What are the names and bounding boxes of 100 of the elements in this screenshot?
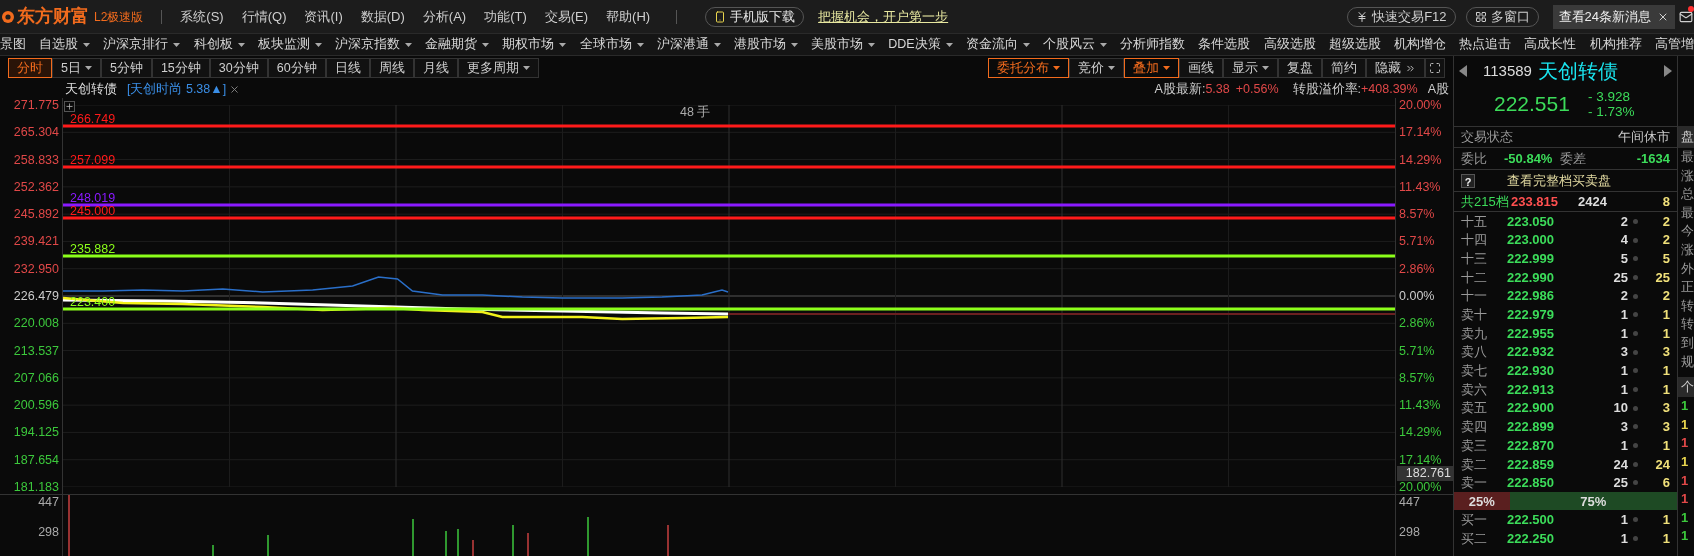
full-order-book-button[interactable]: 查看完整档买卖盘 (1507, 170, 1611, 191)
side-tab[interactable]: 盘 (1678, 126, 1694, 148)
last-price: 222.551 (1494, 91, 1570, 118)
nav-item[interactable]: 分析师指数 (1120, 35, 1186, 54)
menu-item[interactable]: 功能(T) (484, 6, 527, 27)
book-volume: 3 (1619, 343, 1628, 362)
book-price: 222.955 (1507, 324, 1555, 343)
nav-item[interactable]: 沪深京指数 (334, 35, 412, 54)
nav-item[interactable]: 沪深港通 (656, 35, 721, 54)
book-price: 222.870 (1507, 436, 1555, 455)
overlay-stock-tag[interactable]: [天创时尚 5.38▲] (127, 79, 227, 99)
price-axis-label: 265.304 (13, 125, 59, 140)
nav-item[interactable]: 科创板 (193, 35, 245, 54)
period-tab[interactable]: 30分钟 (209, 58, 268, 78)
side-value: 1 (1680, 434, 1690, 453)
nav-item[interactable]: 期权市场 (502, 35, 567, 54)
period-tab[interactable]: 5分钟 (100, 58, 152, 78)
period-tab[interactable]: 周线 (369, 58, 414, 78)
nav-item[interactable]: 高成长性 (1524, 35, 1577, 54)
fullscreen-icon (1429, 62, 1441, 74)
chart-tool-button[interactable]: 委托分布 (988, 58, 1069, 78)
nav-item[interactable]: 个股风云 (1043, 35, 1108, 54)
help-button[interactable]: ? (1461, 173, 1475, 188)
book-volume: 1 (1619, 529, 1628, 548)
menu-item[interactable]: 系统(S) (180, 6, 224, 27)
book-price: 222.500 (1507, 510, 1555, 529)
period-tab[interactable]: 15分钟 (151, 58, 210, 78)
side-field-label: 涨 (1680, 240, 1694, 259)
book-order-count: 3 (1662, 343, 1670, 362)
nav-item[interactable]: 金融期货 (425, 35, 490, 54)
chart-tool-button[interactable]: 叠加 (1124, 58, 1179, 78)
book-order-count: 2 (1662, 287, 1670, 306)
menu-item[interactable]: 资讯(I) (304, 6, 343, 27)
percent-axis-label: 2.86% (1399, 261, 1436, 276)
nav-item[interactable]: 资金流向 (965, 35, 1030, 54)
reference-line-label: 248.019 (70, 191, 116, 206)
book-order-count: 5 (1662, 249, 1670, 268)
total-price: 233.815 (1511, 192, 1558, 211)
price-axis-label: 271.775 (13, 98, 59, 112)
nav-item[interactable]: 条件选股 (1198, 35, 1251, 54)
nav-item[interactable]: 高级选股 (1263, 35, 1316, 54)
book-level-label: 卖十 (1461, 306, 1488, 325)
side-field-label: 到 (1680, 333, 1694, 352)
price-axis-label: 213.537 (13, 343, 59, 358)
edition-label: L2极速版 (94, 8, 144, 26)
close-icon[interactable] (229, 83, 241, 95)
period-tab[interactable]: 更多周期 (457, 58, 539, 78)
premium-rate: +408.39% (1361, 80, 1418, 98)
open-account-link[interactable]: 把握机会，开户第一步 (818, 6, 949, 27)
nav-item[interactable]: 高管增 (1654, 35, 1694, 54)
nav-item[interactable]: 板块监测 (257, 35, 322, 54)
book-level-label: 卖二 (1461, 455, 1488, 474)
nav-item[interactable]: 超级选股 (1328, 35, 1381, 54)
chart-tool-button[interactable]: 显示 (1223, 58, 1278, 78)
chart-tool-button[interactable]: 画线 (1179, 58, 1223, 78)
period-tab[interactable]: 月线 (413, 58, 458, 78)
caret-icon (237, 42, 245, 47)
nav-item[interactable]: 景图 (0, 35, 26, 54)
chart-tool-button[interactable]: 复盘 (1278, 58, 1322, 78)
nav-item[interactable]: DDE决策 (888, 35, 953, 54)
nav-item[interactable]: 沪深京排行 (103, 35, 181, 54)
caret-icon (84, 66, 92, 70)
menu-item[interactable]: 数据(D) (360, 6, 405, 27)
caret-icon (1163, 66, 1170, 70)
mail-icon[interactable] (1679, 9, 1693, 24)
fullscreen-button[interactable] (1425, 58, 1445, 78)
side-value: 1 (1680, 452, 1690, 471)
menu-item[interactable]: 行情(Q) (241, 6, 287, 27)
nav-item[interactable]: 热点追击 (1459, 35, 1512, 54)
period-tab[interactable]: 日线 (325, 58, 370, 78)
side-value: 1 (1680, 527, 1690, 546)
book-order-count: 6 (1662, 474, 1670, 493)
menu-item[interactable]: 分析(A) (422, 6, 467, 27)
period-tab[interactable]: 分时 (8, 58, 52, 78)
nav-item[interactable]: 全球市场 (579, 35, 644, 54)
nav-item[interactable]: 港股市场 (733, 35, 798, 54)
next-arrow-icon[interactable] (1664, 65, 1672, 77)
period-tab[interactable]: 60分钟 (267, 58, 326, 78)
previous-arrow-icon[interactable] (1459, 65, 1467, 77)
nav-item[interactable]: 机构推荐 (1589, 35, 1642, 54)
caret-icon (868, 42, 876, 47)
book-order-count: 1 (1662, 380, 1670, 399)
book-price: 223.050 (1507, 212, 1555, 231)
price-axis-label: 220.008 (13, 316, 59, 331)
nav-item[interactable]: 机构增仓 (1393, 35, 1446, 54)
nav-item[interactable]: 美股市场 (811, 35, 876, 54)
bond-code: 113589 (1483, 60, 1532, 81)
chart-tool-button[interactable]: 竞价 (1069, 58, 1124, 78)
reference-line-label: 266.749 (70, 112, 116, 127)
notification-text[interactable]: 查看24条新消息 (1558, 6, 1651, 27)
period-tab[interactable]: 5日 (52, 58, 101, 78)
side-tab[interactable]: 个 (1678, 377, 1694, 398)
nav-item[interactable]: 自选股 (39, 35, 91, 54)
chart-tool-button[interactable]: 简约 (1322, 58, 1366, 78)
chart-tool-button[interactable]: 隐藏 (1366, 58, 1425, 78)
menu-item[interactable]: 帮助(H) (606, 6, 651, 27)
book-order-count: 1 (1662, 306, 1670, 325)
side-field-label: 规 (1680, 352, 1694, 371)
book-price: 222.986 (1507, 287, 1555, 306)
menu-item[interactable]: 交易(E) (544, 6, 589, 27)
